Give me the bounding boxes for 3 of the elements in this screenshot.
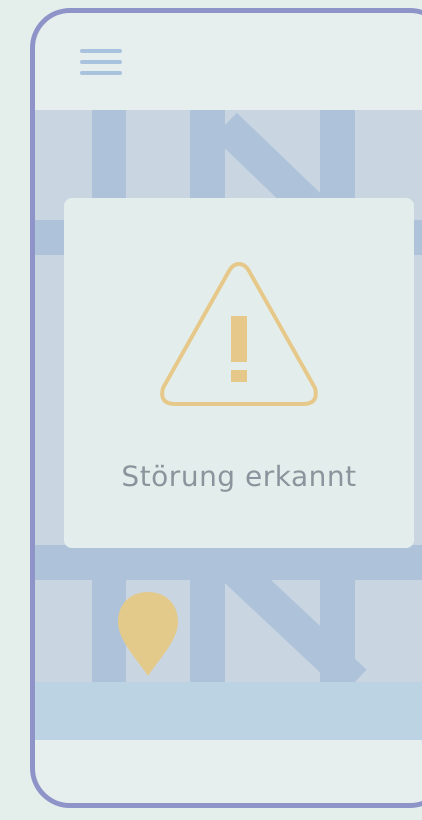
menu-icon[interactable] bbox=[80, 48, 122, 74]
map-pin-icon[interactable] bbox=[118, 592, 178, 676]
alert-message: Störung erkannt bbox=[121, 460, 357, 493]
